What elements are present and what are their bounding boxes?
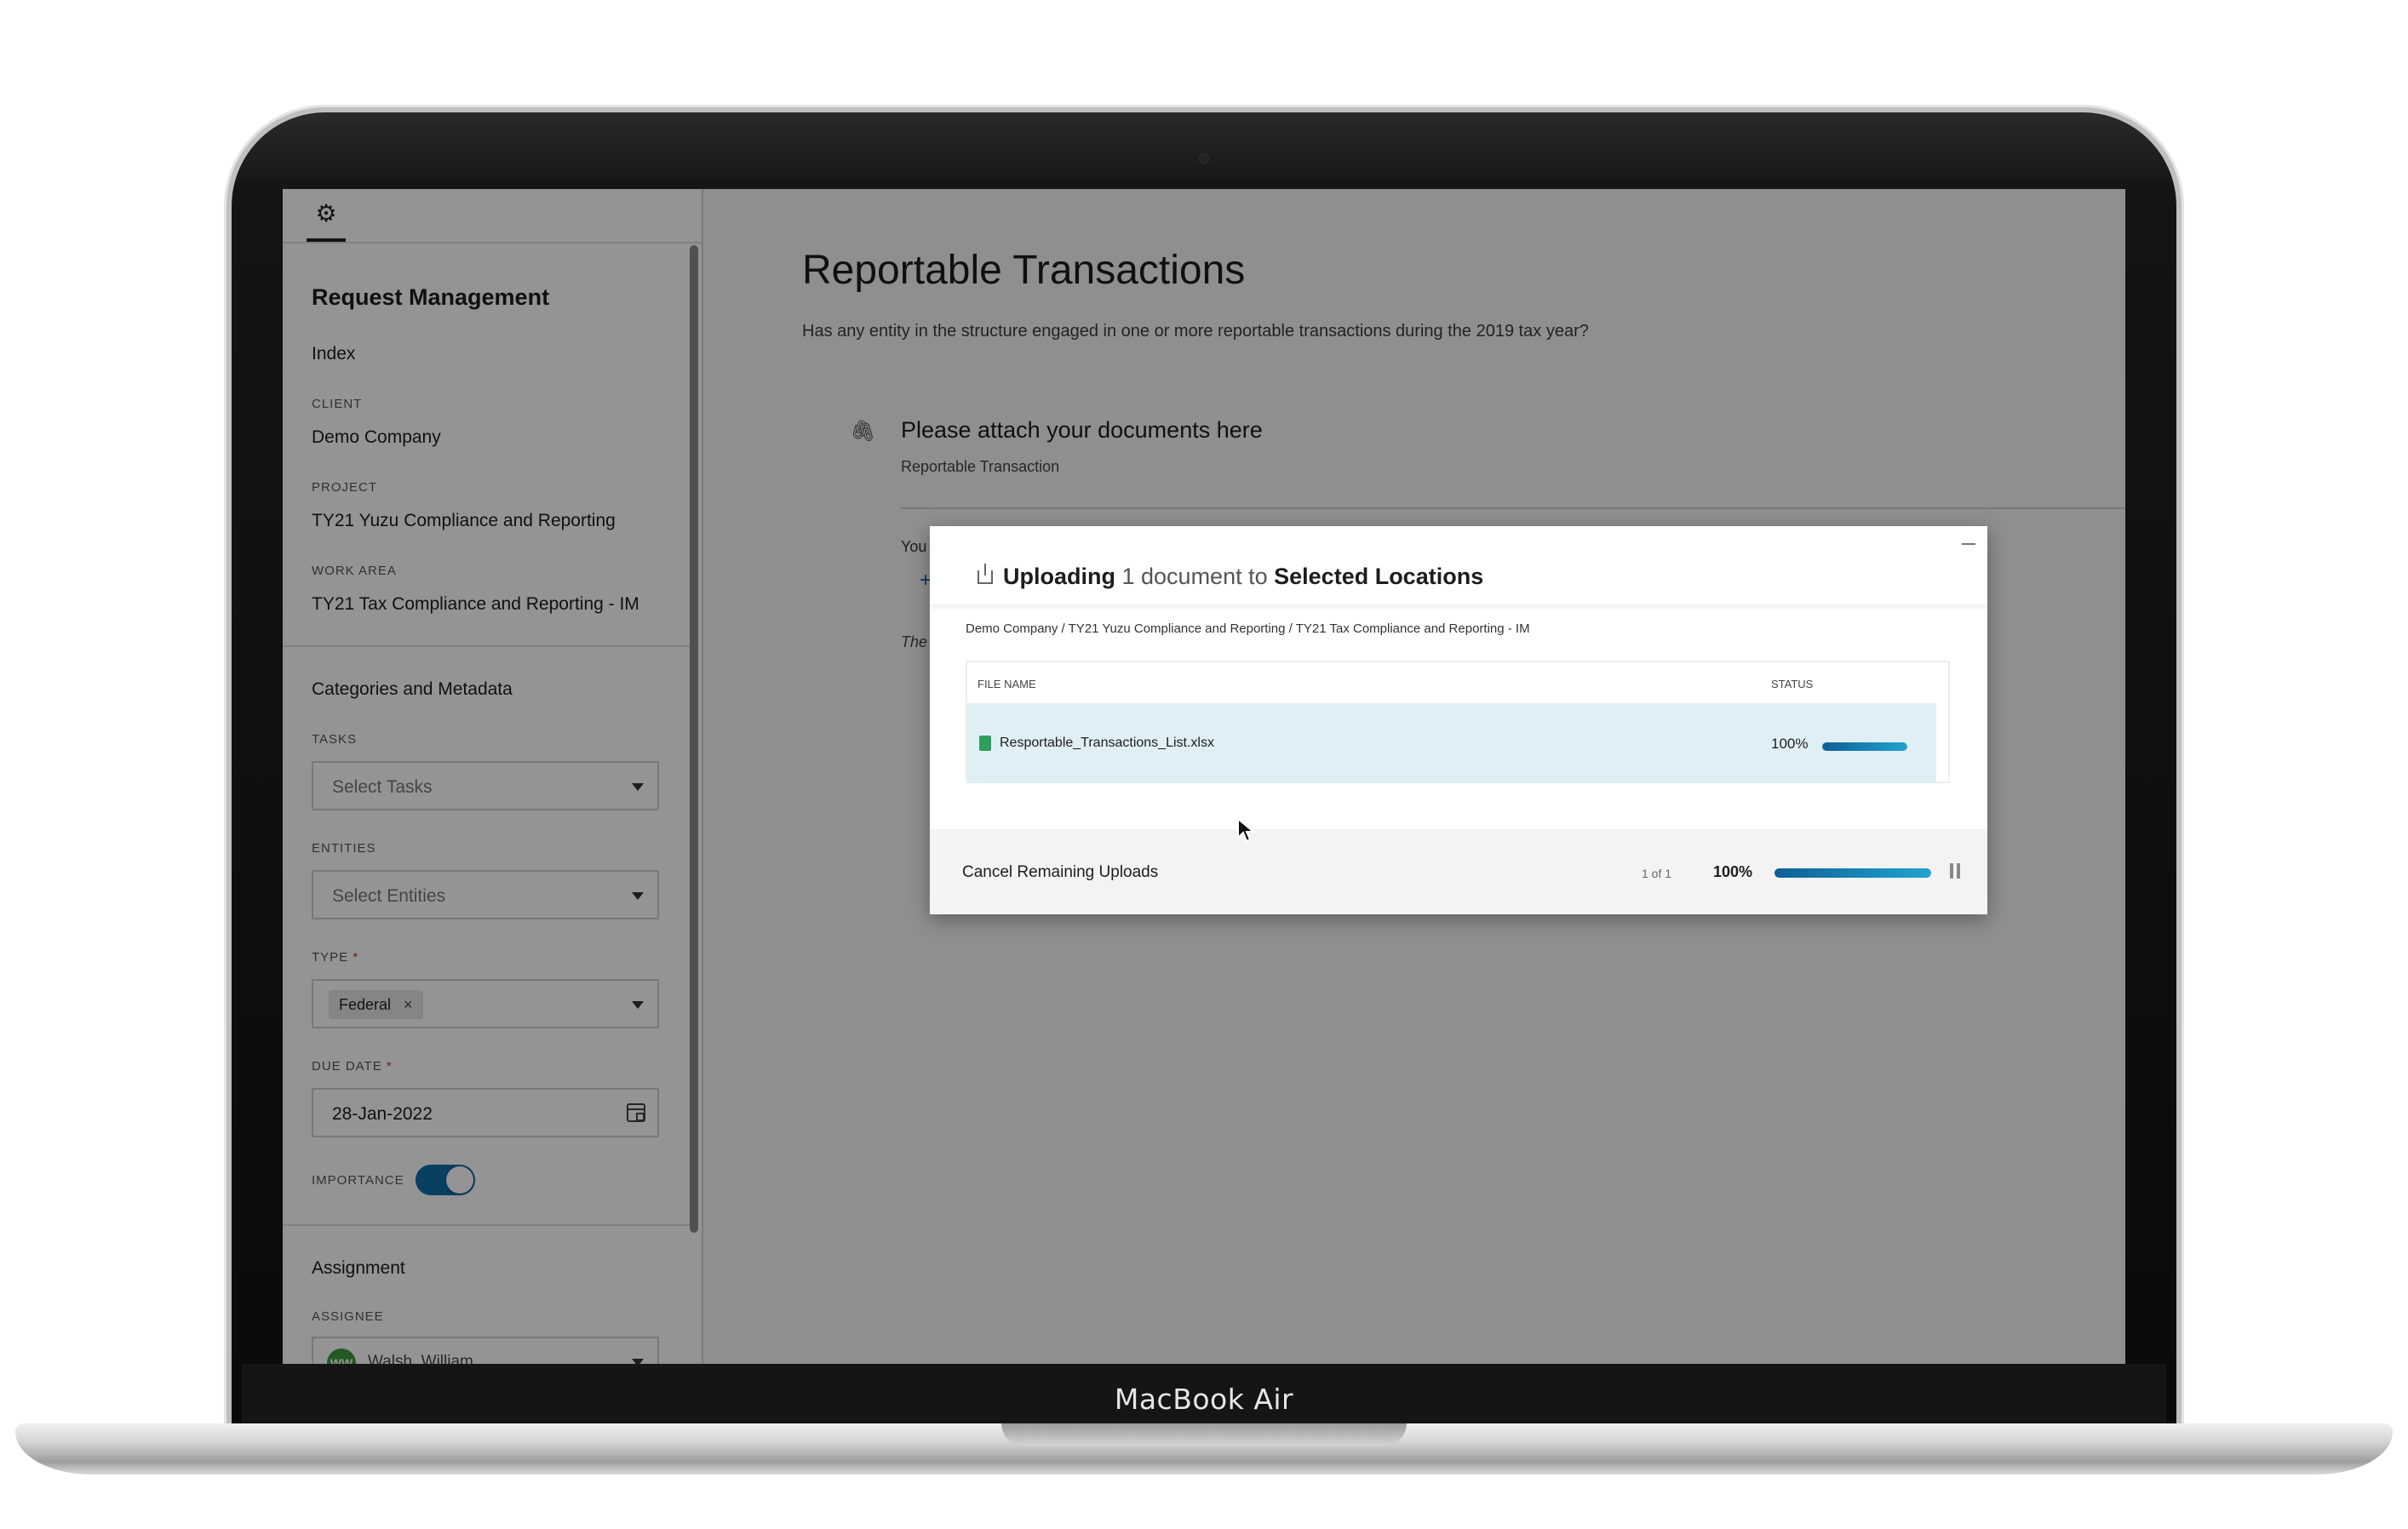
column-header-file-name: FILE NAME [978, 678, 1036, 690]
file-progress-label: 100% [1771, 736, 1809, 752]
pause-icon[interactable] [1948, 863, 1962, 879]
upload-count: 1 of 1 [1642, 867, 1672, 880]
modal-title-destination: Selected Locations [1274, 564, 1484, 589]
upload-icon [978, 564, 993, 584]
cancel-remaining-uploads-button[interactable]: Cancel Remaining Uploads [962, 863, 1158, 882]
mouse-cursor-icon [1237, 817, 1255, 843]
file-name: Resportable_Transactions_List.xlsx [1000, 736, 1214, 750]
modal-title-count: 1 document to [1121, 564, 1268, 589]
file-progress-fill [1822, 742, 1907, 751]
header-separator [930, 604, 1987, 611]
total-progress-fill [1774, 868, 1931, 878]
device-label: MacBook Air [1114, 1383, 1294, 1416]
minimize-icon[interactable] [1962, 543, 1975, 545]
spreadsheet-file-icon [979, 736, 991, 751]
camera-icon [1199, 153, 1209, 163]
file-progress-bar [1822, 742, 1907, 751]
breadcrumb: Demo Company / TY21 Yuzu Compliance and … [966, 621, 1530, 636]
file-table: FILE NAME STATUS Resportable_Transaction… [966, 661, 1950, 783]
modal-title: Uploading 1 document to Selected Locatio… [1003, 564, 1483, 590]
modal-footer: Cancel Remaining Uploads 1 of 1 100% [930, 829, 1987, 914]
column-header-status: STATUS [1771, 678, 1814, 690]
table-row[interactable]: Resportable_Transactions_List.xlsx 100% [967, 703, 1936, 783]
total-progress-label: 100% [1713, 863, 1753, 880]
screen: ⚙ Request Management Index CLIENT Demo C… [283, 189, 2125, 1364]
laptop-notch [1001, 1423, 1407, 1446]
modal-title-action: Uploading [1003, 564, 1115, 589]
upload-modal: Uploading 1 document to Selected Locatio… [930, 526, 1987, 914]
total-progress-bar [1774, 868, 1931, 878]
